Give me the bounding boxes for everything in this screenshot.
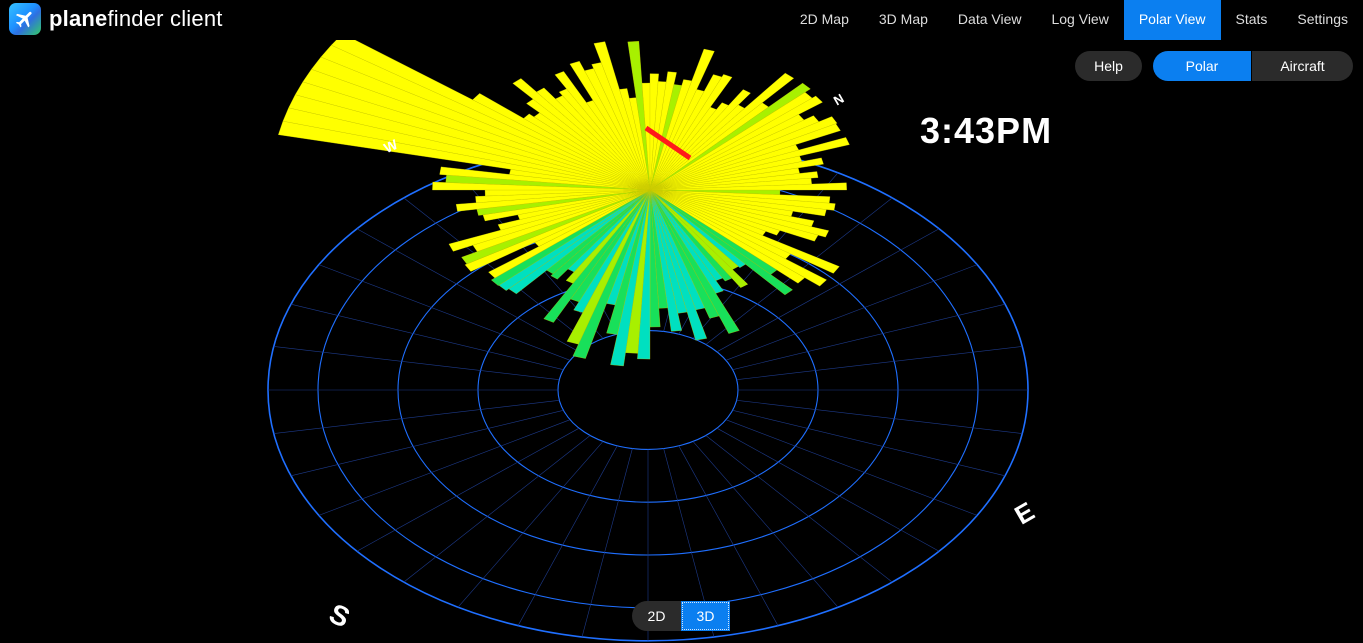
main-nav: 2D Map 3D Map Data View Log View Polar V… xyxy=(785,0,1363,40)
view-2d-button[interactable]: 2D xyxy=(632,601,681,631)
bearing-spoke xyxy=(705,435,893,583)
bearing-spoke xyxy=(736,400,1023,434)
nav-stats[interactable]: Stats xyxy=(1221,0,1283,40)
nav-settings[interactable]: Settings xyxy=(1282,0,1363,40)
bearing-spoke xyxy=(318,419,571,516)
app-logo[interactable]: planefinder client xyxy=(9,3,223,35)
bearing-spoke xyxy=(736,346,1023,380)
top-bar: planefinder client 2D Map 3D Map Data Vi… xyxy=(0,0,1363,40)
bearing-spoke xyxy=(403,435,591,583)
app-title: planefinder client xyxy=(49,6,223,32)
nav-log-view[interactable]: Log View xyxy=(1036,0,1123,40)
bearing-spoke xyxy=(356,427,580,552)
bearing-spoke xyxy=(273,400,560,434)
brand-rest: finder client xyxy=(107,6,223,31)
nav-polar-view[interactable]: Polar View xyxy=(1123,0,1221,40)
bearing-spoke xyxy=(725,264,978,361)
nav-3d-map[interactable]: 3D Map xyxy=(864,0,943,40)
nav-data-view[interactable]: Data View xyxy=(943,0,1037,40)
bearing-spoke xyxy=(692,441,839,608)
aircraft-button[interactable]: Aircraft xyxy=(1252,51,1353,81)
view-mode-toggle: 2D 3D xyxy=(632,601,730,631)
bearing-spoke xyxy=(273,346,560,380)
help-button[interactable]: Help xyxy=(1075,51,1142,81)
bearing-spoke xyxy=(457,441,604,608)
polar-range-bars xyxy=(278,40,850,367)
polar-3d-visualization[interactable] xyxy=(0,40,1363,643)
view-3d-button[interactable]: 3D xyxy=(681,601,730,631)
bearing-spoke xyxy=(716,427,940,552)
bearing-spoke xyxy=(581,448,633,638)
nav-2d-map[interactable]: 2D Map xyxy=(785,0,864,40)
brand-bold: plane xyxy=(49,6,108,31)
clock-time: 3:43PM xyxy=(920,110,1053,151)
bearing-spoke xyxy=(725,419,978,516)
plane-icon xyxy=(9,3,41,35)
polar-button[interactable]: Polar xyxy=(1153,51,1251,81)
